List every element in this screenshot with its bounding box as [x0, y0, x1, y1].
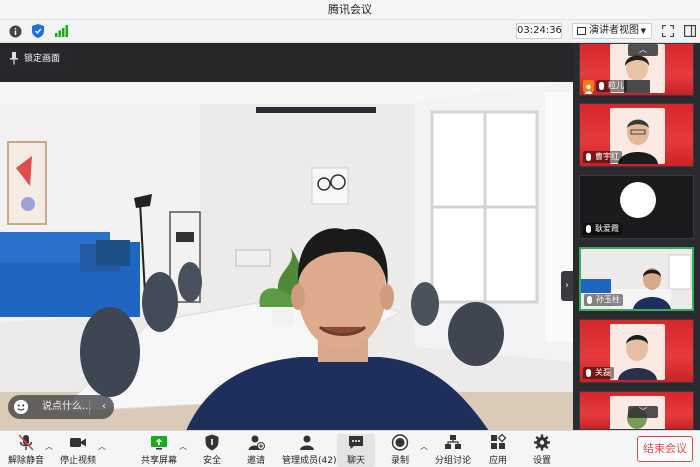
audio-options-chevron-icon[interactable]: ︿ [45, 441, 53, 452]
end-meeting-button[interactable]: 结束会议 [637, 436, 693, 462]
participant-name-tag: 耿爱霞 [583, 223, 622, 235]
quick-chat-input[interactable]: 说点什么... ‹ [8, 395, 114, 419]
sidebar-toggle-icon[interactable] [683, 24, 697, 38]
participant-tile[interactable]: 耿爱霞 [579, 175, 694, 239]
settings-label: 设置 [532, 456, 551, 466]
avatar [620, 182, 656, 218]
chevron-up-icon: ︿ [639, 45, 647, 54]
pin-view-label: 锁定画面 [24, 54, 61, 64]
stop-video-label: 停止视频 [59, 456, 96, 466]
record-options-chevron-icon[interactable]: ︿ [420, 441, 428, 452]
collapse-sidebar-button[interactable]: › [561, 271, 573, 301]
video-frame-image [0, 82, 573, 447]
info-icon[interactable] [8, 24, 22, 38]
pin-view-button[interactable]: 锁定画面 [4, 49, 66, 69]
chat-placeholder: 说点什么... [42, 401, 92, 412]
scroll-down-button[interactable]: ﹀ [628, 406, 658, 418]
participant-tile[interactable]: 关磊 [579, 319, 694, 383]
participant-name-tag: 孙玉柱 [584, 294, 623, 306]
participant-tile[interactable]: ﹀ [579, 391, 694, 430]
share-screen-icon [150, 434, 168, 451]
signal-icon[interactable] [54, 24, 68, 38]
add-user-icon [247, 434, 265, 451]
meeting-timer: 03:24:36 [516, 23, 562, 39]
participant-name-tag: 曹宇红 [583, 151, 622, 163]
unmute-label: 解除静音 [7, 456, 44, 466]
grid-icon [577, 27, 586, 35]
chevron-down-icon: ﹀ [639, 407, 647, 416]
breakout-rooms-label: 分组讨论 [434, 456, 471, 466]
apps-button[interactable]: 应用 [476, 433, 520, 467]
window-title: 腾讯会议 [328, 3, 372, 16]
record-icon [391, 434, 409, 451]
chevron-down-icon: ▼ [640, 27, 646, 35]
participant-name-tag: 粒儿 [596, 80, 627, 92]
chevron-right-icon: › [565, 280, 569, 291]
mic-icon [586, 153, 591, 161]
camera-icon [69, 434, 87, 451]
video-options-chevron-icon[interactable]: ︿ [98, 441, 106, 452]
mic-icon [599, 82, 604, 90]
manage-members-label: 管理成员(42) [282, 456, 337, 466]
participant-name-tag: 关磊 [583, 367, 614, 379]
view-mode-dropdown[interactable]: 演讲者视图 ▼ [572, 23, 652, 39]
manage-members-button[interactable]: 管理成员(42) [282, 434, 337, 467]
gear-icon [533, 434, 551, 451]
main-stage: 锁定画面 › 说点什么... ‹ [0, 43, 573, 447]
mic-muted-icon [17, 434, 35, 451]
invite-label: 邀请 [246, 456, 265, 466]
pin-icon [10, 52, 18, 65]
participant-sidebar: ︿ 粒儿 曹宇红 耿爱霞 孙玉柱 关磊 ﹀ [573, 43, 700, 430]
speaker-video [0, 82, 573, 447]
view-mode-label: 演讲者视图 [589, 25, 639, 36]
apps-icon [489, 433, 507, 451]
shield-icon [203, 434, 221, 451]
participant-tile[interactable]: 曹宇红 [579, 103, 694, 167]
record-label: 录制 [390, 456, 409, 466]
mic-muted-icon [586, 225, 591, 233]
chat-label: 聊天 [346, 456, 365, 466]
status-bar: 03:24:36 演讲者视图 ▼ [0, 20, 700, 43]
members-icon [298, 434, 316, 451]
meeting-toolbar: 解除静音 ︿ 停止视频 ︿ 共享屏幕 ︿ 安全 邀请 管理成员(42) 聊天 录… [0, 430, 700, 467]
breakout-icon [444, 434, 462, 451]
unmute-button[interactable]: 解除静音 [4, 434, 48, 467]
shield-icon[interactable] [31, 24, 45, 38]
share-options-chevron-icon[interactable]: ︿ [179, 441, 187, 452]
mic-muted-icon [587, 296, 592, 304]
breakout-rooms-button[interactable]: 分组讨论 [432, 434, 474, 467]
scroll-up-button[interactable]: ︿ [628, 44, 658, 56]
record-button[interactable]: 录制 [378, 434, 422, 467]
emoji-icon[interactable] [14, 400, 28, 414]
chevron-left-icon[interactable]: ‹ [102, 395, 106, 419]
chat-icon [347, 434, 365, 451]
participant-tile[interactable]: ︿ 粒儿 [579, 43, 694, 96]
host-icon [583, 80, 594, 94]
mic-muted-icon [586, 369, 591, 377]
security-label: 安全 [202, 456, 221, 466]
title-bar: 腾讯会议 [0, 0, 700, 20]
invite-button[interactable]: 邀请 [234, 434, 278, 467]
share-screen-button[interactable]: 共享屏幕 [137, 434, 181, 467]
apps-label: 应用 [488, 456, 507, 466]
stop-video-button[interactable]: 停止视频 [56, 434, 100, 467]
participant-video [610, 324, 665, 380]
meeting-window: 腾讯会议 03:24:36 演讲者视图 ▼ 锁定画面 › 说点什么... ‹ ︿… [0, 0, 700, 467]
chat-button[interactable]: 聊天 [337, 434, 375, 467]
share-screen-label: 共享屏幕 [140, 456, 177, 466]
fullscreen-icon[interactable] [661, 24, 675, 38]
divider [89, 399, 90, 415]
participant-tile-active[interactable]: 孙玉柱 [579, 247, 694, 311]
settings-button[interactable]: 设置 [520, 434, 564, 467]
security-button[interactable]: 安全 [190, 434, 234, 467]
